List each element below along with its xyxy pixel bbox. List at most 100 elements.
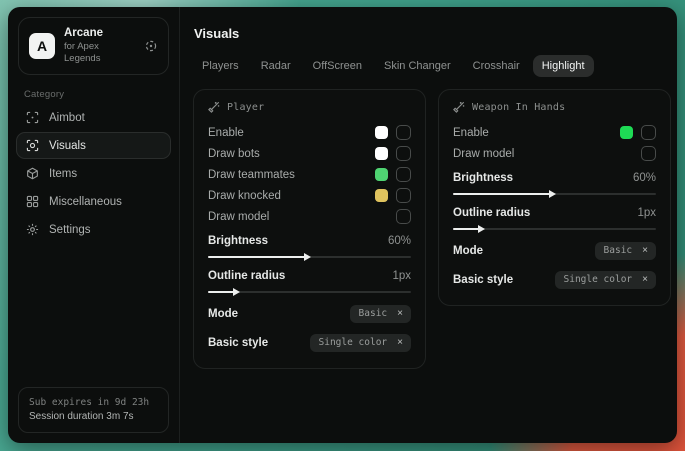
panels-container: Player Enable Draw bots Draw teammates Draw …: [193, 89, 671, 369]
panel-player: Player Enable Draw bots Draw teammates Draw …: [193, 89, 426, 369]
tag-pill-basic[interactable]: Basic ×: [595, 242, 656, 260]
sub-expires-text: Sub expires in 9d 23h: [29, 396, 158, 410]
slider-thumb[interactable]: [233, 288, 240, 296]
sidebar-item-visuals[interactable]: Visuals: [16, 132, 171, 159]
app-window: A Arcane for Apex Legends Category Aimbo…: [8, 7, 677, 443]
session-duration-text: Session duration 3m 7s: [29, 410, 158, 424]
slider-track[interactable]: [208, 287, 411, 297]
remove-icon[interactable]: ×: [642, 275, 648, 285]
slider-label: Outline radius: [453, 207, 530, 219]
setting-controls: [641, 146, 656, 161]
tag-pill-basic[interactable]: Basic ×: [350, 305, 411, 323]
page-title: Visuals: [194, 26, 671, 41]
slider-track[interactable]: [453, 189, 656, 199]
setting-controls: [396, 209, 411, 224]
wand-icon: [208, 101, 220, 113]
slider-thumb[interactable]: [304, 253, 311, 261]
remove-icon[interactable]: ×: [397, 309, 403, 319]
sidebar-item-items[interactable]: Items: [16, 160, 171, 187]
sidebar-item-miscellaneous[interactable]: Miscellaneous: [16, 188, 171, 215]
sidebar-item-settings[interactable]: Settings: [16, 216, 171, 243]
visuals-icon: [25, 139, 39, 152]
panel-title: Player: [227, 102, 264, 113]
color-swatch[interactable]: [620, 126, 633, 139]
setting-row-draw-model: Draw model: [453, 143, 656, 164]
setting-label: Draw bots: [208, 148, 260, 160]
setting-row-draw-teammates: Draw teammates: [208, 164, 411, 185]
checkbox[interactable]: [396, 188, 411, 203]
sidebar-item-label: Miscellaneous: [49, 196, 122, 208]
slider-value: 60%: [388, 235, 411, 247]
tag-pill-text: Basic: [359, 308, 388, 319]
setting-row-enable: Enable: [453, 122, 656, 143]
slider-thumb[interactable]: [549, 190, 556, 198]
setting-controls: [620, 125, 656, 140]
color-swatch[interactable]: [375, 126, 388, 139]
setting-row-draw-bots: Draw bots: [208, 143, 411, 164]
slider-fill: [208, 256, 305, 258]
tab-highlight[interactable]: Highlight: [533, 55, 594, 77]
setting-row-enable: Enable: [208, 122, 411, 143]
slider-value: 60%: [633, 172, 656, 184]
subscription-card: Sub expires in 9d 23h Session duration 3…: [18, 387, 169, 433]
slider-group-brightness: Brightness 60%: [208, 232, 411, 262]
tag-pill-text: Single color: [319, 337, 388, 348]
setting-label: Enable: [208, 127, 244, 139]
checkbox[interactable]: [396, 209, 411, 224]
sidebar-item-label: Items: [49, 168, 77, 180]
tab-crosshair[interactable]: Crosshair: [464, 55, 529, 77]
checkbox[interactable]: [641, 125, 656, 140]
tag-row-mode: ModeBasic×: [453, 239, 656, 263]
tab-bar: PlayersRadarOffScreenSkin ChangerCrossha…: [193, 55, 671, 77]
color-swatch[interactable]: [375, 147, 388, 160]
slider-group-outline-radius: Outline radius 1px: [453, 204, 656, 234]
app-header-card: A Arcane for Apex Legends: [18, 17, 169, 75]
slider-group-brightness: Brightness60%: [453, 169, 656, 199]
tab-players[interactable]: Players: [193, 55, 248, 77]
checkbox[interactable]: [641, 146, 656, 161]
slider-head: Outline radius1px: [208, 267, 411, 285]
tab-skin-changer[interactable]: Skin Changer: [375, 55, 460, 77]
tag-label: Basic style: [453, 274, 513, 286]
app-name: Arcane: [64, 27, 135, 40]
setting-controls: [375, 167, 411, 182]
tag-label: Basic style: [208, 337, 268, 349]
slider-head: Brightness60%: [453, 169, 656, 187]
tag-pill-text: Basic: [604, 245, 633, 256]
setting-controls: [375, 188, 411, 203]
color-swatch[interactable]: [375, 189, 388, 202]
tab-radar[interactable]: Radar: [252, 55, 300, 77]
setting-row-draw-model: Draw model: [208, 206, 411, 227]
target-icon[interactable]: [144, 39, 158, 53]
checkbox[interactable]: [396, 167, 411, 182]
sidebar-item-aimbot[interactable]: Aimbot: [16, 104, 171, 131]
slider-thumb[interactable]: [478, 225, 485, 233]
tag-row-basic-style: Basic style Single color ×: [453, 268, 656, 292]
tab-offscreen[interactable]: OffScreen: [304, 55, 371, 77]
wand-icon: [453, 101, 465, 113]
setting-controls: [375, 125, 411, 140]
sidebar-nav: AimbotVisuals Items Miscellaneous Settings: [8, 104, 179, 244]
tag-pill-single-color[interactable]: Single color ×: [555, 271, 656, 289]
slider-value: 1px: [637, 207, 656, 219]
app-titles: Arcane for Apex Legends: [64, 27, 135, 65]
slider-group-outline-radius: Outline radius1px: [208, 267, 411, 297]
panel-weapon-in-hands: Weapon In HandsEnableDraw modelBrightnes…: [438, 89, 671, 306]
slider-fill: [453, 193, 550, 195]
items-icon: [25, 167, 39, 180]
setting-label: Draw model: [208, 211, 269, 223]
slider-label: Brightness: [208, 235, 268, 247]
color-swatch[interactable]: [375, 168, 388, 181]
sidebar-item-label: Settings: [49, 224, 91, 236]
remove-icon[interactable]: ×: [397, 338, 403, 348]
tag-row-basic-style: Basic style Single color ×: [208, 331, 411, 355]
slider-track[interactable]: [453, 224, 656, 234]
checkbox[interactable]: [396, 125, 411, 140]
tag-pill-text: Single color: [564, 274, 633, 285]
remove-icon[interactable]: ×: [642, 246, 648, 256]
tag-pill-single-color[interactable]: Single color ×: [310, 334, 411, 352]
setting-row-draw-knocked: Draw knocked: [208, 185, 411, 206]
setting-label: Draw knocked: [208, 190, 281, 202]
slider-track[interactable]: [208, 252, 411, 262]
checkbox[interactable]: [396, 146, 411, 161]
